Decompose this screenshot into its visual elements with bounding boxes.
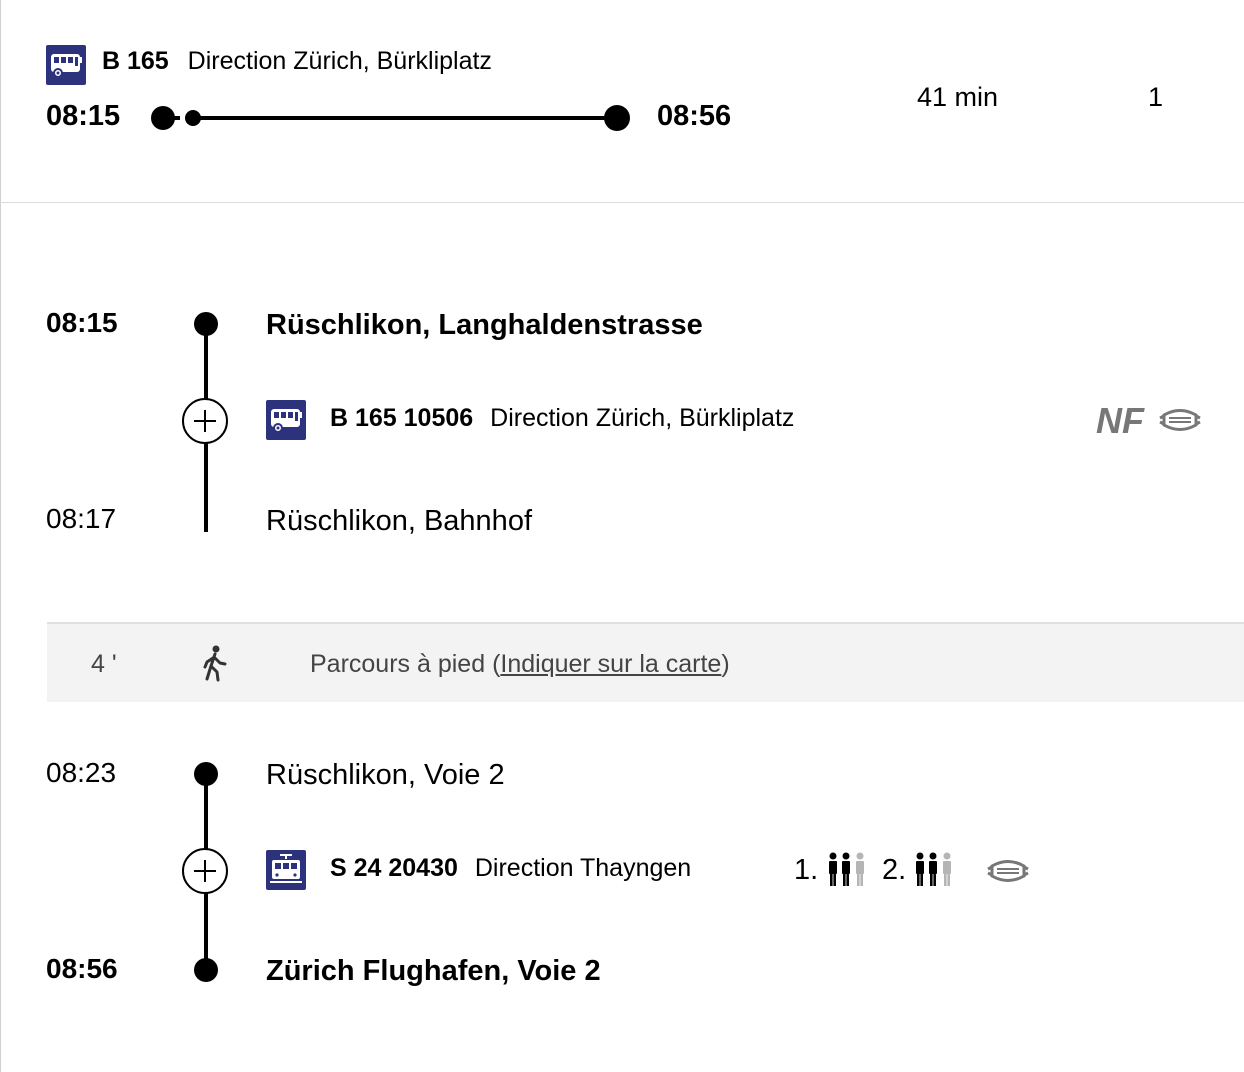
leg2-direction: Direction Thayngen [474, 854, 692, 882]
walk-link-close: ) [721, 650, 730, 678]
leg1-departure-time: 08:15 [46, 307, 118, 338]
walk-description: Parcours à pied (Indiquer sur la carte) [310, 650, 730, 679]
bus-icon [46, 45, 86, 85]
summary-stub-line [170, 116, 180, 120]
section-separator [0, 202, 1244, 203]
train-icon [266, 850, 306, 890]
left-border [0, 0, 1, 1072]
leg2-expand-button[interactable] [182, 848, 228, 894]
show-on-map-link[interactable]: Indiquer sur la carte [500, 650, 721, 678]
leg1-arrival-time: 08:17 [46, 503, 117, 534]
low-floor-badge: NF [1096, 400, 1144, 441]
leg1-direction: Direction Zürich, Bürkliplatz [490, 404, 795, 432]
leg2-departure-time: 08:23 [46, 757, 117, 788]
bus-icon [266, 400, 306, 440]
leg2-arrival-stop[interactable]: Zürich Flughafen, Voie 2 [266, 955, 601, 988]
walk-text: Parcours à pied [310, 650, 486, 678]
walk-duration: 4 ' [91, 650, 117, 678]
summary-changes: 1 [1148, 82, 1164, 112]
summary-end-dot [604, 105, 630, 131]
summary-line: B 165 [102, 47, 169, 75]
leg1-arrival-stop[interactable]: Rüschlikon, Bahnhof [266, 505, 532, 538]
occupancy-icon [827, 852, 869, 893]
leg2-arrival-dot [194, 958, 218, 982]
walk-section: 4 ' Parcours à pied (Indiquer sur la car… [47, 622, 1244, 702]
mask-icon [1158, 406, 1202, 439]
summary-journey-line [197, 116, 607, 120]
mask-icon [986, 857, 1030, 890]
leg1-line: B 165 10506 [330, 404, 474, 432]
leg1-departure-stop[interactable]: Rüschlikon, Langhaldenstrasse [266, 309, 703, 342]
occupancy-icon [914, 852, 956, 893]
leg2-arrival-time: 08:56 [46, 953, 118, 984]
pedestrian-icon [199, 644, 229, 689]
second-class-label: 2. [882, 854, 907, 886]
first-class-label: 1. [794, 854, 819, 886]
leg1-service: B 165 10506 Direction Zürich, Bürkliplat… [330, 404, 794, 433]
summary-line-info: B 165 Direction Zürich, Bürkliplatz [102, 47, 492, 76]
summary-direction: Direction Zürich, Bürkliplatz [187, 47, 492, 75]
leg2-departure-stop[interactable]: Rüschlikon, Voie 2 [266, 759, 505, 792]
leg2-service: S 24 20430 Direction Thayngen [330, 854, 691, 883]
summary-arrival-time: 08:56 [657, 100, 732, 132]
summary-duration: 41 min [917, 82, 999, 112]
leg1-expand-button[interactable] [182, 398, 228, 444]
leg2-line: S 24 20430 [330, 854, 458, 882]
summary-departure-time: 08:15 [46, 100, 121, 132]
